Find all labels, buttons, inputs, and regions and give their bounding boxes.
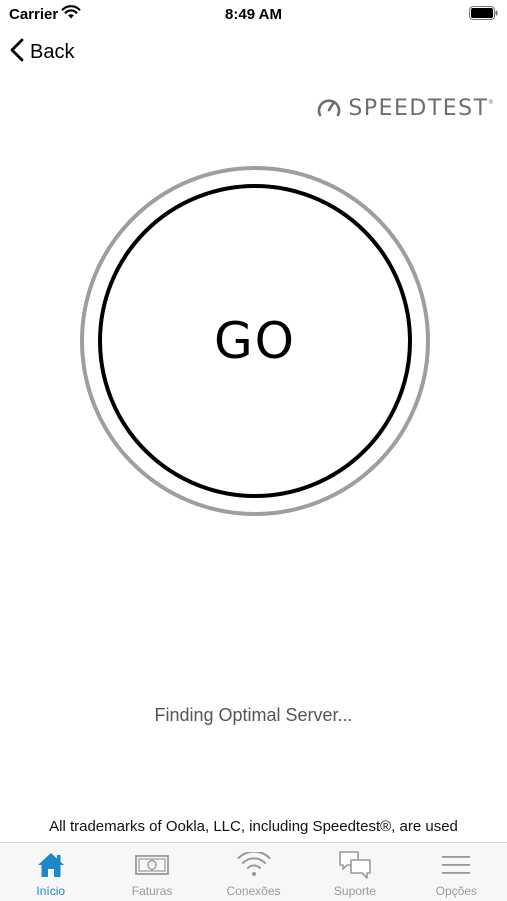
wifi-icon	[237, 849, 271, 881]
battery-icon	[469, 6, 498, 25]
menu-icon	[441, 849, 471, 881]
trademark-notice: All trademarks of Ookla, LLC, including …	[49, 818, 458, 835]
tab-bar: Início Faturas Conexões Suporte Opções	[0, 842, 507, 901]
server-status-text: Finding Optimal Server...	[154, 705, 353, 725]
go-label: GO	[213, 312, 297, 370]
back-button[interactable]: Back	[10, 38, 74, 66]
tab-label: Início	[36, 884, 66, 898]
brand-name: SPEEDTEST	[348, 96, 489, 121]
gauge-icon	[316, 94, 342, 123]
clock: 8:49 AM	[225, 6, 282, 23]
tab-label: Opções	[435, 884, 477, 898]
chevron-left-icon	[10, 38, 24, 67]
tab-suporte[interactable]: Suporte	[304, 843, 405, 901]
status-bar: Carrier 8:49 AM	[0, 0, 507, 30]
tab-opcoes[interactable]: Opções	[406, 843, 507, 901]
chat-icon	[338, 849, 372, 881]
back-label: Back	[30, 40, 75, 63]
go-button[interactable]: GO	[98, 184, 412, 498]
home-icon	[36, 849, 66, 881]
tab-inicio[interactable]: Início	[0, 843, 101, 901]
tab-faturas[interactable]: Faturas	[101, 843, 202, 901]
speedtest-logo: SPEEDTEST ®	[316, 94, 493, 123]
trademark-mark: ®	[488, 99, 493, 106]
tab-label: Suporte	[333, 884, 376, 898]
bill-icon	[135, 849, 170, 881]
tab-label: Conexões	[226, 884, 281, 898]
tab-label: Faturas	[131, 884, 173, 898]
tab-conexoes[interactable]: Conexões	[203, 843, 304, 901]
